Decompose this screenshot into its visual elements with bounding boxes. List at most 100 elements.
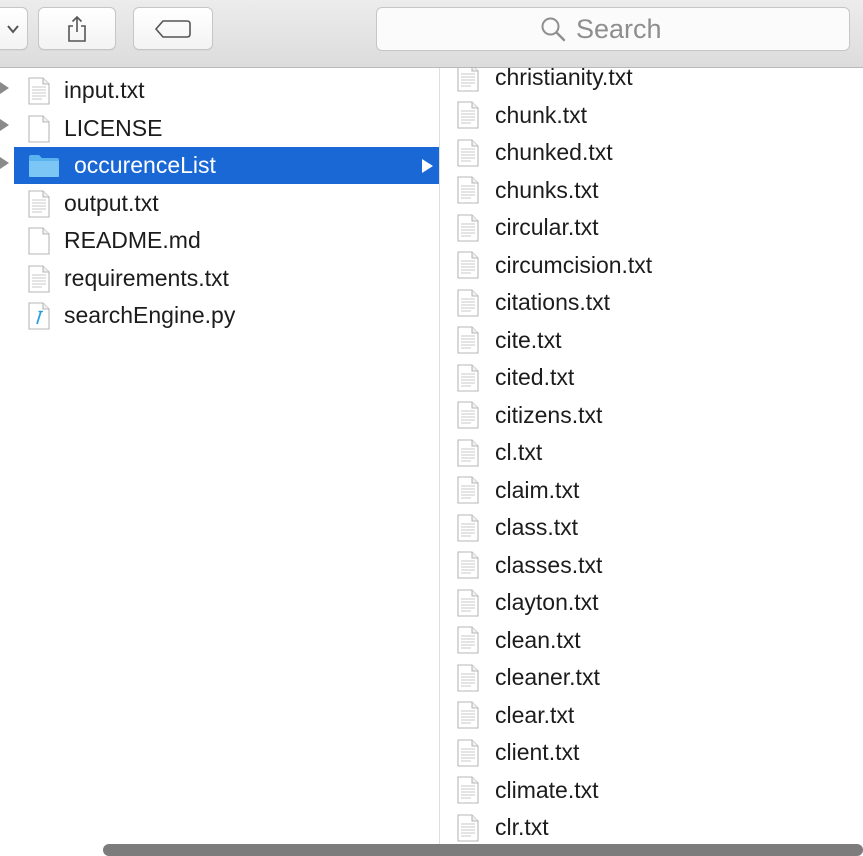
file-row[interactable]: climate.txt xyxy=(457,772,857,809)
row-icon xyxy=(457,476,479,504)
file-row[interactable]: clear.txt xyxy=(457,697,857,734)
file-name: circumcision.txt xyxy=(495,251,653,278)
blank-file-icon xyxy=(28,226,50,255)
file-row[interactable]: citizens.txt xyxy=(457,397,857,434)
file-name: citations.txt xyxy=(495,289,611,315)
file-row[interactable]: christianity.txt xyxy=(457,68,857,96)
text-file-icon xyxy=(457,68,479,92)
row-icon xyxy=(457,513,479,542)
file-name: climate.txt xyxy=(495,776,599,803)
text-file-icon xyxy=(457,813,479,842)
file-name: classes.txt xyxy=(495,551,603,578)
toolbar xyxy=(0,0,863,68)
file-row[interactable]: chunks.txt xyxy=(457,172,857,209)
row-icon xyxy=(457,176,479,204)
file-row[interactable]: requirements.txt xyxy=(14,260,439,297)
file-row[interactable]: client.txt xyxy=(457,734,857,771)
file-name: LICENSE xyxy=(64,115,163,141)
share-button[interactable] xyxy=(38,7,116,50)
expand-arrow-icon xyxy=(422,159,433,173)
text-file-icon xyxy=(28,76,50,105)
file-name: cited.txt xyxy=(495,364,575,390)
file-row[interactable]: chunked.txt xyxy=(457,134,857,171)
folder-icon xyxy=(29,154,59,177)
text-file-icon xyxy=(457,663,479,692)
text-file-icon xyxy=(457,288,479,317)
text-file-icon xyxy=(457,401,479,429)
text-file-icon xyxy=(457,213,479,242)
file-name: client.txt xyxy=(495,739,580,765)
text-file-icon xyxy=(28,189,50,218)
row-icon xyxy=(28,154,60,178)
folder-row-selected[interactable]: occurenceList xyxy=(14,147,439,184)
file-row[interactable]: circular.txt xyxy=(457,209,857,246)
file-row[interactable]: cl.txt xyxy=(457,434,857,471)
tags-button[interactable] xyxy=(133,7,213,50)
row-icon xyxy=(28,301,50,330)
file-row[interactable]: claim.txt xyxy=(457,472,857,509)
file-name: circular.txt xyxy=(495,214,599,240)
file-name: class.txt xyxy=(495,514,579,540)
disclosure-triangle-icon[interactable] xyxy=(0,119,9,131)
view-options-button[interactable] xyxy=(0,7,28,50)
file-row[interactable]: clayton.txt xyxy=(457,584,857,621)
search-field[interactable] xyxy=(376,7,850,51)
file-name: cleaner.txt xyxy=(495,664,600,690)
text-file-icon xyxy=(457,551,479,579)
file-row[interactable]: output.txt xyxy=(14,185,439,222)
python-file-icon xyxy=(28,301,50,330)
row-icon xyxy=(28,189,50,218)
row-icon xyxy=(457,101,479,129)
file-row[interactable]: README.md xyxy=(14,222,439,259)
file-row[interactable]: citations.txt xyxy=(457,284,857,321)
row-icon xyxy=(457,776,479,804)
row-icon xyxy=(457,401,479,429)
file-row[interactable]: class.txt xyxy=(457,509,857,546)
file-row[interactable]: clean.txt xyxy=(457,622,857,659)
row-icon xyxy=(457,288,479,317)
file-row[interactable]: chunk.txt xyxy=(457,97,857,134)
file-row[interactable]: cleaner.txt xyxy=(457,659,857,696)
text-file-icon xyxy=(457,588,479,617)
file-name: input.txt xyxy=(64,77,145,103)
row-icon xyxy=(457,138,479,167)
text-file-icon xyxy=(457,138,479,167)
disclosure-triangle-icon[interactable] xyxy=(0,157,9,169)
row-icon xyxy=(28,226,50,255)
row-icon xyxy=(457,551,479,579)
file-row[interactable]: classes.txt xyxy=(457,547,857,584)
row-icon xyxy=(457,213,479,242)
row-icon xyxy=(28,114,50,143)
file-name: claim.txt xyxy=(495,476,580,503)
blank-file-icon xyxy=(28,114,50,143)
browser-column-1: input.txt LICENSE occurenceList output.txt R… xyxy=(0,68,440,856)
file-row[interactable]: searchEngine.py xyxy=(14,297,439,334)
row-icon xyxy=(28,264,50,293)
row-icon xyxy=(457,326,479,354)
text-file-icon xyxy=(457,776,479,804)
horizontal-scrollbar[interactable] xyxy=(103,844,863,856)
row-icon xyxy=(457,626,479,654)
search-input[interactable] xyxy=(576,13,686,45)
file-name: searchEngine.py xyxy=(64,302,236,328)
file-row[interactable]: circumcision.txt xyxy=(457,247,857,284)
text-file-icon xyxy=(457,438,479,467)
row-icon xyxy=(457,251,479,279)
file-row[interactable]: cite.txt xyxy=(457,322,857,359)
file-name: clear.txt xyxy=(495,701,575,728)
file-row[interactable]: cited.txt xyxy=(457,359,857,396)
text-file-icon xyxy=(457,326,479,354)
row-icon xyxy=(457,588,479,617)
row-icon xyxy=(457,663,479,692)
row-icon xyxy=(457,68,479,92)
disclosure-triangle-icon[interactable] xyxy=(0,82,9,94)
file-name: clean.txt xyxy=(495,626,581,653)
file-row[interactable]: input.txt xyxy=(14,72,439,109)
file-name: clr.txt xyxy=(495,814,549,840)
file-row[interactable]: clr.txt xyxy=(457,809,857,846)
file-name: README.md xyxy=(64,227,201,253)
file-name: chunks.txt xyxy=(495,176,599,203)
file-row[interactable]: LICENSE xyxy=(14,110,439,147)
text-file-icon xyxy=(457,738,479,767)
file-name: chunked.txt xyxy=(495,139,613,165)
